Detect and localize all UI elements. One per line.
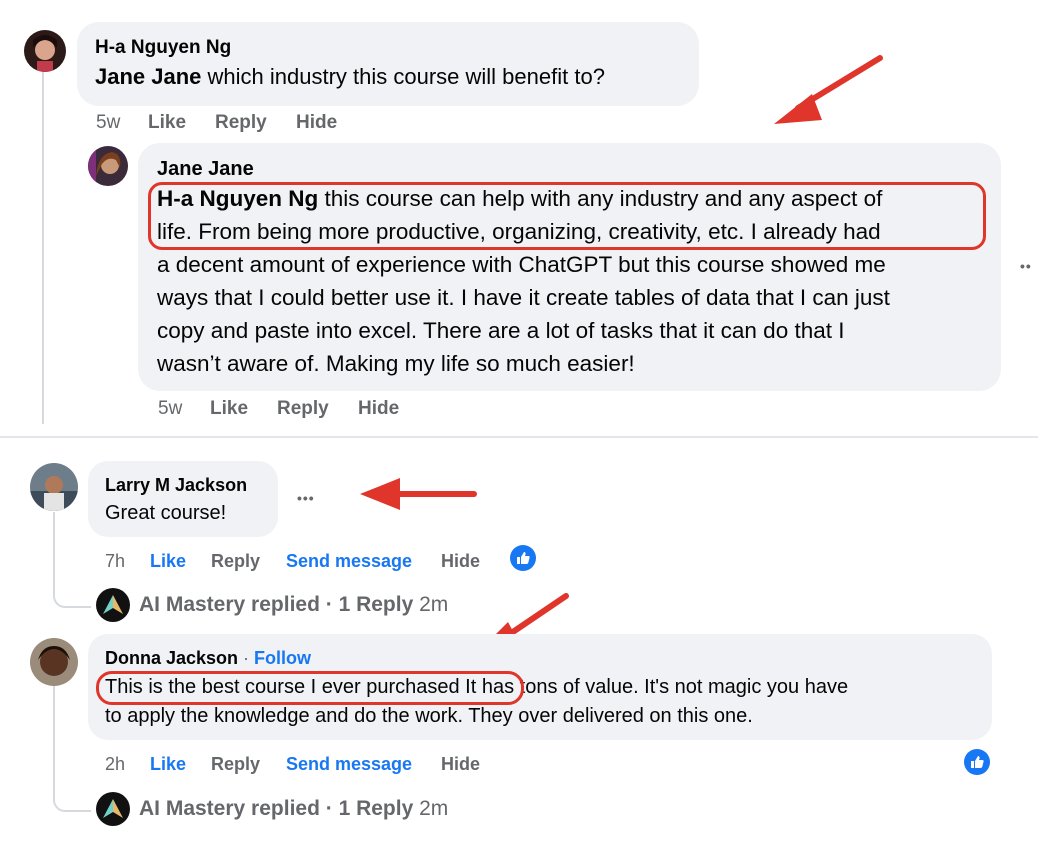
avatar-donna-jackson[interactable]	[30, 638, 78, 686]
like-button[interactable]: Like	[210, 398, 248, 420]
send-message-button[interactable]: Send message	[286, 754, 412, 775]
thread-connector	[53, 774, 91, 812]
mention-link[interactable]: Jane Jane	[95, 64, 201, 89]
thumbs-up-icon[interactable]	[510, 545, 536, 571]
reply-button[interactable]: Reply	[215, 112, 267, 134]
comment-author[interactable]: Larry M Jackson	[105, 475, 247, 496]
comment-bubble	[88, 461, 278, 537]
avatar-h-a-nguyen[interactable]	[24, 30, 66, 72]
ai-mastery-logo-icon[interactable]	[96, 588, 130, 622]
replies-summary-link[interactable]: AI Mastery replied · 1 Reply 2m	[139, 797, 448, 821]
comment-text-line: to apply the knowledge and do the work. …	[105, 705, 753, 727]
replies-summary-link[interactable]: AI Mastery replied · 1 Reply 2m	[139, 593, 448, 617]
send-message-button[interactable]: Send message	[286, 551, 412, 572]
reply-time[interactable]: 5w	[158, 398, 182, 420]
hide-button[interactable]: Hide	[441, 551, 480, 572]
reply-text-line: a decent amount of experience with ChatG…	[157, 252, 886, 277]
highlight-circle	[148, 182, 986, 250]
red-arrow-icon	[774, 55, 883, 124]
thread-connector	[53, 570, 91, 608]
thumbs-up-glyph	[971, 756, 984, 768]
page-name[interactable]: AI Mastery	[139, 593, 245, 616]
avatar-jane-jane[interactable]	[88, 146, 128, 186]
logo-glyph	[103, 595, 123, 614]
comment-time[interactable]: 7h	[105, 551, 125, 572]
hide-button[interactable]: Hide	[441, 754, 480, 775]
reply-button[interactable]: Reply	[211, 754, 260, 775]
replies-time: 2m	[419, 797, 449, 820]
avatar-larry-jackson[interactable]	[30, 463, 78, 511]
thread-line	[53, 686, 55, 782]
logo-glyph	[103, 799, 123, 818]
avatar-image	[30, 638, 78, 686]
avatar-image	[88, 146, 128, 186]
reply-text-line: wasn’t aware of. Making my life so much …	[157, 351, 635, 376]
reply-text-line: copy and paste into excel. There are a l…	[157, 318, 845, 343]
comment-author[interactable]: H-a Nguyen Ng	[95, 37, 231, 59]
hide-button[interactable]: Hide	[358, 398, 399, 420]
thumbs-up-icon[interactable]	[964, 749, 990, 775]
red-arrow-icon	[360, 478, 477, 510]
page-name[interactable]: AI Mastery	[139, 797, 245, 820]
comment-text: Great course!	[105, 502, 227, 524]
like-button[interactable]: Like	[150, 551, 186, 572]
comment-text: Jane Jane which industry this course wil…	[95, 64, 605, 90]
highlight-circle	[96, 671, 524, 705]
more-options-icon[interactable]: ••	[1020, 258, 1032, 274]
more-options-icon[interactable]: •••	[297, 490, 315, 506]
hide-button[interactable]: Hide	[296, 112, 337, 134]
comment-header: Donna Jackson · Follow	[105, 648, 312, 668]
like-button[interactable]: Like	[150, 754, 186, 775]
reply-button[interactable]: Reply	[211, 551, 260, 572]
avatar-image	[30, 463, 78, 511]
avatar-image	[24, 30, 66, 72]
thread-connector	[42, 120, 82, 168]
reply-button[interactable]: Reply	[277, 398, 329, 420]
comment-time[interactable]: 2h	[105, 754, 125, 775]
comment-time[interactable]: 5w	[96, 112, 120, 134]
comment-author[interactable]: Donna Jackson	[105, 648, 238, 668]
ai-mastery-logo-icon[interactable]	[96, 792, 130, 826]
replies-time: 2m	[419, 593, 449, 616]
comment-body: which industry this course will benefit …	[201, 64, 605, 89]
like-button[interactable]: Like	[148, 112, 186, 134]
follow-button[interactable]: Follow	[254, 648, 311, 668]
thumbs-up-glyph	[517, 552, 530, 564]
reply-author[interactable]: Jane Jane	[157, 158, 254, 181]
section-divider	[0, 436, 1038, 438]
reply-text-line: ways that I could better use it. I have …	[157, 285, 890, 310]
